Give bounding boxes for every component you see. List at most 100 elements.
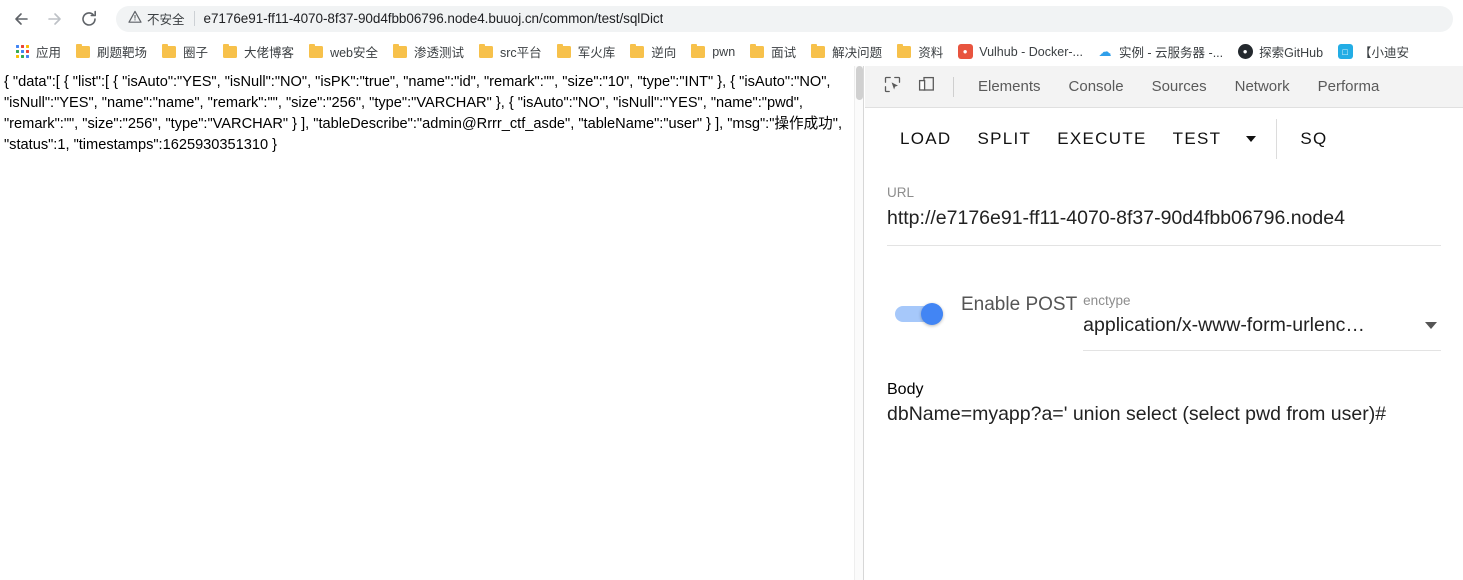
bookmark-label: 刷题靶场	[97, 46, 148, 60]
devtools-tab-console[interactable]: Console	[1055, 66, 1138, 108]
devtools-panel: Elements Console Sources Network Performa LO…	[865, 66, 1463, 580]
bookmark-label: Vulhub - Docker-...	[979, 44, 1083, 59]
json-response-text: { "data":[ { "list":[ { "isAuto":"YES", …	[4, 74, 847, 153]
bookmark-item[interactable]: 解决问题	[804, 41, 888, 63]
bookmark-label: web安全	[330, 46, 378, 60]
bookmark-item[interactable]: pwn	[684, 41, 741, 63]
post-and-enctype-row: Enable POST enctype application/x-www-fo…	[887, 292, 1441, 351]
navigation-bar: 不安全 e7176e91-ff11-4070-8f37-90d4fbb06796…	[0, 0, 1463, 37]
enable-post-label: Enable POST	[961, 294, 1078, 315]
folder-icon	[75, 43, 91, 60]
devtools-tab-performa[interactable]: Performa	[1304, 66, 1394, 108]
bookmark-label: 应用	[36, 46, 62, 60]
bookmark-label: 逆向	[651, 46, 677, 60]
reload-button[interactable]	[74, 4, 104, 34]
folder-icon	[629, 43, 645, 60]
bookmark-item[interactable]: 应用	[8, 41, 67, 63]
enctype-label: enctype	[1083, 293, 1131, 308]
bookmark-label: 面试	[771, 46, 797, 60]
omnibox-separator	[193, 11, 195, 26]
enctype-value: application/x-www-form-urlenc…	[1083, 314, 1365, 336]
bookmark-item[interactable]: src平台	[472, 41, 548, 63]
bookmarks-bar: 应用 刷题靶场 圈子 大佬博客 web安全 渗透测试 src平台 军火库 逆向 pwn 面试 解决问题…	[0, 37, 1463, 66]
inspect-element-button[interactable]	[877, 73, 907, 101]
folder-icon	[161, 43, 177, 60]
forward-button[interactable]	[40, 4, 70, 34]
back-button[interactable]	[6, 4, 36, 34]
enctype-field[interactable]: enctype application/x-www-form-urlenc…	[1083, 292, 1441, 351]
app-action-toolbar: LOAD SPLIT EXECUTE TEST SQ	[865, 109, 1463, 169]
bookmark-item[interactable]: ☁ 实例 - 云服务器 -...	[1091, 41, 1229, 63]
bookmark-label: 大佬博客	[244, 46, 295, 60]
toolbar-divider-2	[1276, 119, 1278, 159]
url-field-value[interactable]: http://e7176e91-ff11-4070-8f37-90d4fbb06…	[887, 203, 1441, 233]
vulhub-favicon: ●	[957, 44, 973, 60]
split-button[interactable]: SPLIT	[965, 119, 1045, 159]
forward-arrow-icon	[45, 9, 65, 29]
warning-triangle-icon	[128, 10, 142, 27]
bookmark-label: 【小迪安	[1359, 46, 1410, 60]
folder-icon	[478, 43, 494, 60]
github-favicon: ●	[1237, 44, 1253, 60]
body-field-value[interactable]: dbName=myapp?a=' union select (select pw…	[887, 399, 1441, 429]
bookmark-item[interactable]: 资料	[890, 41, 949, 63]
bookmark-item[interactable]: □ 【小迪安	[1331, 41, 1415, 63]
toggle-knob	[921, 303, 943, 325]
bookmark-item[interactable]: 圈子	[155, 41, 214, 63]
sql-button[interactable]: SQ	[1287, 119, 1340, 159]
enctype-select[interactable]: application/x-www-form-urlenc…	[1083, 310, 1441, 340]
folder-icon	[556, 43, 572, 60]
device-toolbar-button[interactable]	[911, 73, 941, 101]
chevron-down-icon[interactable]	[1425, 321, 1437, 329]
body-field[interactable]: Body dbName=myapp?a=' union select (sele…	[887, 381, 1441, 429]
folder-icon	[690, 43, 706, 60]
bookmark-label: pwn	[712, 44, 736, 59]
security-label: 不安全	[147, 13, 185, 27]
bookmark-label: 资料	[918, 46, 944, 60]
bookmark-label: 解决问题	[832, 46, 883, 60]
bookmark-item[interactable]: 渗透测试	[386, 41, 470, 63]
bookmark-item[interactable]: 面试	[743, 41, 802, 63]
bookmark-item[interactable]: 刷题靶场	[69, 41, 153, 63]
address-bar[interactable]: 不安全 e7176e91-ff11-4070-8f37-90d4fbb06796…	[116, 5, 1453, 32]
bookmark-label: 圈子	[183, 46, 209, 60]
enable-post-toggle[interactable]	[895, 303, 951, 325]
cloud-favicon: ☁	[1098, 43, 1112, 59]
execute-button[interactable]: EXECUTE	[1044, 119, 1159, 159]
devtools-tab-elements[interactable]: Elements	[964, 66, 1055, 108]
bookmark-label: 军火库	[577, 46, 616, 60]
folder-icon	[392, 43, 408, 60]
browser-window: 不安全 e7176e91-ff11-4070-8f37-90d4fbb06796…	[0, 0, 1463, 580]
folder-icon	[222, 43, 238, 60]
bookmark-item[interactable]: ● 探索GitHub	[1231, 41, 1329, 63]
load-button[interactable]: LOAD	[887, 119, 965, 159]
back-arrow-icon	[11, 9, 31, 29]
security-indicator[interactable]: 不安全	[128, 9, 185, 28]
bookmark-label: 实例 - 云服务器 -...	[1118, 46, 1224, 60]
apps-grid-icon	[14, 44, 30, 60]
devtools-tab-sources[interactable]: Sources	[1138, 66, 1221, 108]
bookmark-item[interactable]: 军火库	[550, 41, 622, 63]
folder-icon	[896, 43, 912, 60]
device-toolbar-icon	[918, 76, 935, 98]
bookmark-item[interactable]: 逆向	[623, 41, 682, 63]
bookmark-item[interactable]: 大佬博客	[216, 41, 300, 63]
caret-down-icon[interactable]	[1246, 136, 1257, 142]
bookmark-item[interactable]: ● Vulhub - Docker-...	[951, 41, 1089, 63]
bookmark-label: 探索GitHub	[1259, 46, 1324, 60]
test-button[interactable]: TEST	[1160, 119, 1235, 159]
url-field[interactable]: URL http://e7176e91-ff11-4070-8f37-90d4f…	[887, 183, 1441, 246]
bilibili-favicon: □	[1337, 44, 1353, 60]
devtools-toolbar: Elements Console Sources Network Performa	[865, 66, 1463, 108]
reload-icon	[79, 9, 99, 29]
inspected-page: LOAD SPLIT EXECUTE TEST SQ URL http://e7…	[865, 109, 1463, 580]
folder-icon	[810, 43, 826, 60]
toolbar-divider	[953, 76, 954, 97]
devtools-tab-network[interactable]: Network	[1221, 66, 1304, 108]
page-scrollbar-thumb[interactable]	[856, 66, 863, 100]
page-scrollbar[interactable]	[854, 66, 863, 580]
bookmark-item[interactable]: web安全	[302, 41, 384, 63]
address-bar-url[interactable]: e7176e91-ff11-4070-8f37-90d4fbb06796.nod…	[204, 11, 664, 26]
bookmark-label: src平台	[500, 46, 542, 60]
url-field-underline	[887, 245, 1441, 246]
